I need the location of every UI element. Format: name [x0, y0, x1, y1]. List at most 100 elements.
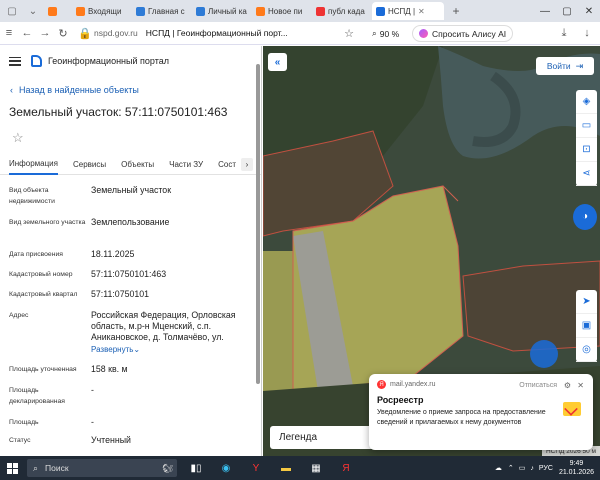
browser-tab[interactable]	[44, 2, 70, 20]
layers-icon[interactable]: ◈	[576, 90, 597, 114]
property-key: Кадастровый квартал	[9, 291, 78, 298]
property-value-cell: -	[91, 385, 251, 411]
login-label: Войти	[546, 61, 571, 71]
property-row: Кадастровый квартал 57:11:0750101	[0, 283, 261, 304]
tab-label: публ када	[328, 6, 365, 16]
alice-label: Спросить Алису AI	[432, 28, 507, 39]
property-row: Статус Учтенный	[0, 429, 261, 449]
volume-icon[interactable]: ♪	[530, 465, 534, 472]
map-tools-top: ◈ ▭ ⊡ ⋖	[576, 90, 597, 186]
network-icon[interactable]: ▭	[519, 464, 526, 472]
tray-chevron-icon[interactable]: ⌃	[508, 464, 514, 472]
taskbar-search[interactable]: ⌕ Поиск 🐿	[27, 459, 177, 477]
ruler-icon[interactable]: ▭	[576, 114, 597, 138]
panel-tab[interactable]: Объекты	[121, 155, 154, 175]
back-icon[interactable]: ←	[18, 27, 36, 39]
notification-source-label: mail.yandex.ru	[390, 381, 436, 388]
tabs-scroll-right-icon[interactable]: ›	[241, 158, 253, 171]
property-row: Вид объекта недвижимости Земельный участо…	[0, 179, 261, 211]
clock[interactable]: 9:49 21.01.2026	[559, 459, 594, 477]
browser-tab[interactable]: Личный ка	[192, 2, 250, 20]
tab-label: Новое пи	[268, 6, 303, 16]
property-value: -	[91, 385, 94, 395]
property-value: 158 кв. м	[91, 364, 128, 374]
reload-icon[interactable]: ↻	[54, 27, 72, 40]
tab-favicon-icon	[136, 6, 145, 16]
tab-favicon-icon	[316, 6, 325, 16]
browser-tab[interactable]: Главная с	[132, 2, 190, 20]
panel-tab[interactable]: Части ЗУ	[169, 155, 203, 175]
browser-tab-bar: ▢ ⌄ Входящи Главная с Личный ка Новое пи пуб…	[0, 0, 600, 22]
back-to-results-link[interactable]: ‹ Назад в найденные объекты	[0, 85, 261, 95]
downloads-icon[interactable]: ↓	[578, 27, 596, 39]
tab-menu-icon[interactable]: ▢	[3, 2, 21, 20]
file-explorer-icon[interactable]: ▬	[275, 459, 297, 477]
minimize-icon[interactable]: —	[534, 0, 556, 22]
forward-icon[interactable]: →	[36, 27, 54, 39]
yandex-icon[interactable]: Я	[335, 459, 357, 477]
panel-header: Геоинформационный портал	[0, 46, 261, 76]
select-area-icon[interactable]: ⊡	[576, 138, 597, 162]
new-tab-button[interactable]: +	[448, 3, 464, 19]
edge-icon[interactable]: ◉	[215, 459, 237, 477]
browser-tab[interactable]: НСПД | ✕	[372, 2, 444, 20]
back-link-label: Назад в найденные объекты	[19, 85, 139, 95]
extensions-icon[interactable]: ⤓	[555, 27, 573, 40]
unsubscribe-link[interactable]: Отписаться	[519, 382, 557, 389]
close-icon[interactable]: ✕	[577, 381, 584, 390]
login-button[interactable]: Войти ⇥	[536, 57, 594, 75]
expand-address-link[interactable]: Развернуть	[91, 344, 133, 355]
property-value: 18.11.2025	[91, 249, 135, 259]
browser-tab[interactable]: Новое пи	[252, 2, 310, 20]
mail-notification[interactable]: Я mail.yandex.ru Отписаться ⚙ ✕ Росреест…	[369, 374, 593, 450]
url-field[interactable]: 🔒 nspd.gov.ru НСПД | Геоинформационный п…	[76, 24, 288, 42]
collapse-panel-button[interactable]: «	[268, 53, 287, 71]
zoom-indicator[interactable]: ⌕ 90 %	[372, 25, 399, 42]
property-value-cell: Учтенный	[91, 435, 251, 449]
alice-button[interactable]: Спросить Алису AI	[412, 25, 514, 42]
browser-tab[interactable]: публ када	[312, 2, 370, 20]
tab-list-icon[interactable]: ⌄	[24, 2, 42, 20]
pin-icon[interactable]: ◎	[576, 338, 597, 362]
language-indicator[interactable]: РУС	[539, 465, 553, 472]
map-assistant-bubble[interactable]	[530, 340, 558, 368]
share-icon[interactable]: ⋖	[576, 162, 597, 186]
assistant-icon: ◑	[581, 211, 589, 222]
start-icon[interactable]	[0, 456, 24, 480]
panel-scrollbar[interactable]	[256, 64, 260, 384]
task-view-icon[interactable]: ▮▯	[185, 459, 207, 477]
panel-tab[interactable]: Информация	[9, 155, 58, 175]
property-key: Площадь	[9, 419, 39, 426]
property-key: Дата присвоения	[9, 251, 63, 258]
menu-icon[interactable]: ≡	[0, 27, 18, 39]
property-value-cell: 57:11:0750101	[91, 289, 251, 304]
panel-tab[interactable]: Сост	[218, 155, 236, 175]
browser-tab[interactable]: Входящи	[72, 2, 130, 20]
mail-icon	[563, 402, 581, 416]
close-window-icon[interactable]: ✕	[578, 0, 600, 22]
close-tab-icon[interactable]: ✕	[418, 7, 425, 16]
maximize-icon[interactable]: ▢	[556, 0, 578, 22]
yandex-browser-icon[interactable]: Y	[245, 459, 267, 477]
assistant-button[interactable]: ◑	[573, 204, 597, 230]
legend-label: Легенда	[279, 432, 318, 443]
chevron-left-icon: ‹	[10, 85, 13, 95]
geolocation-icon[interactable]: ➤	[576, 290, 597, 314]
taskbar: ⌕ Поиск 🐿 ▮▯ ◉ Y ▬ ▦ Я ☁ ⌃ ▭ ♪ РУС 9:49 …	[0, 456, 600, 480]
favorite-star-icon[interactable]: ☆	[12, 131, 26, 145]
property-value: -	[91, 417, 94, 427]
gear-icon[interactable]: ⚙	[564, 381, 571, 390]
address-bar: ≡ ← → ↻ 🔒 nspd.gov.ru НСПД | Геоинформац…	[0, 22, 600, 45]
store-icon[interactable]: ▦	[305, 459, 327, 477]
bookmark-icon[interactable]: ☆	[340, 27, 358, 40]
print-icon[interactable]: ▣	[576, 314, 597, 338]
weather-icon[interactable]: ☁	[495, 464, 502, 472]
hamburger-menu-icon[interactable]	[9, 56, 21, 66]
notification-sender: Росреестр	[377, 395, 424, 405]
tab-label: Входящи	[88, 6, 122, 16]
property-value-cell: Российская Федерация, Орловская область,…	[91, 310, 251, 358]
panel-tab[interactable]: Сервисы	[73, 155, 106, 175]
property-row: Дата присвоения 18.11.2025	[0, 243, 261, 263]
login-arrow-icon: ⇥	[575, 60, 584, 71]
property-value: Земельный участок	[91, 185, 172, 195]
